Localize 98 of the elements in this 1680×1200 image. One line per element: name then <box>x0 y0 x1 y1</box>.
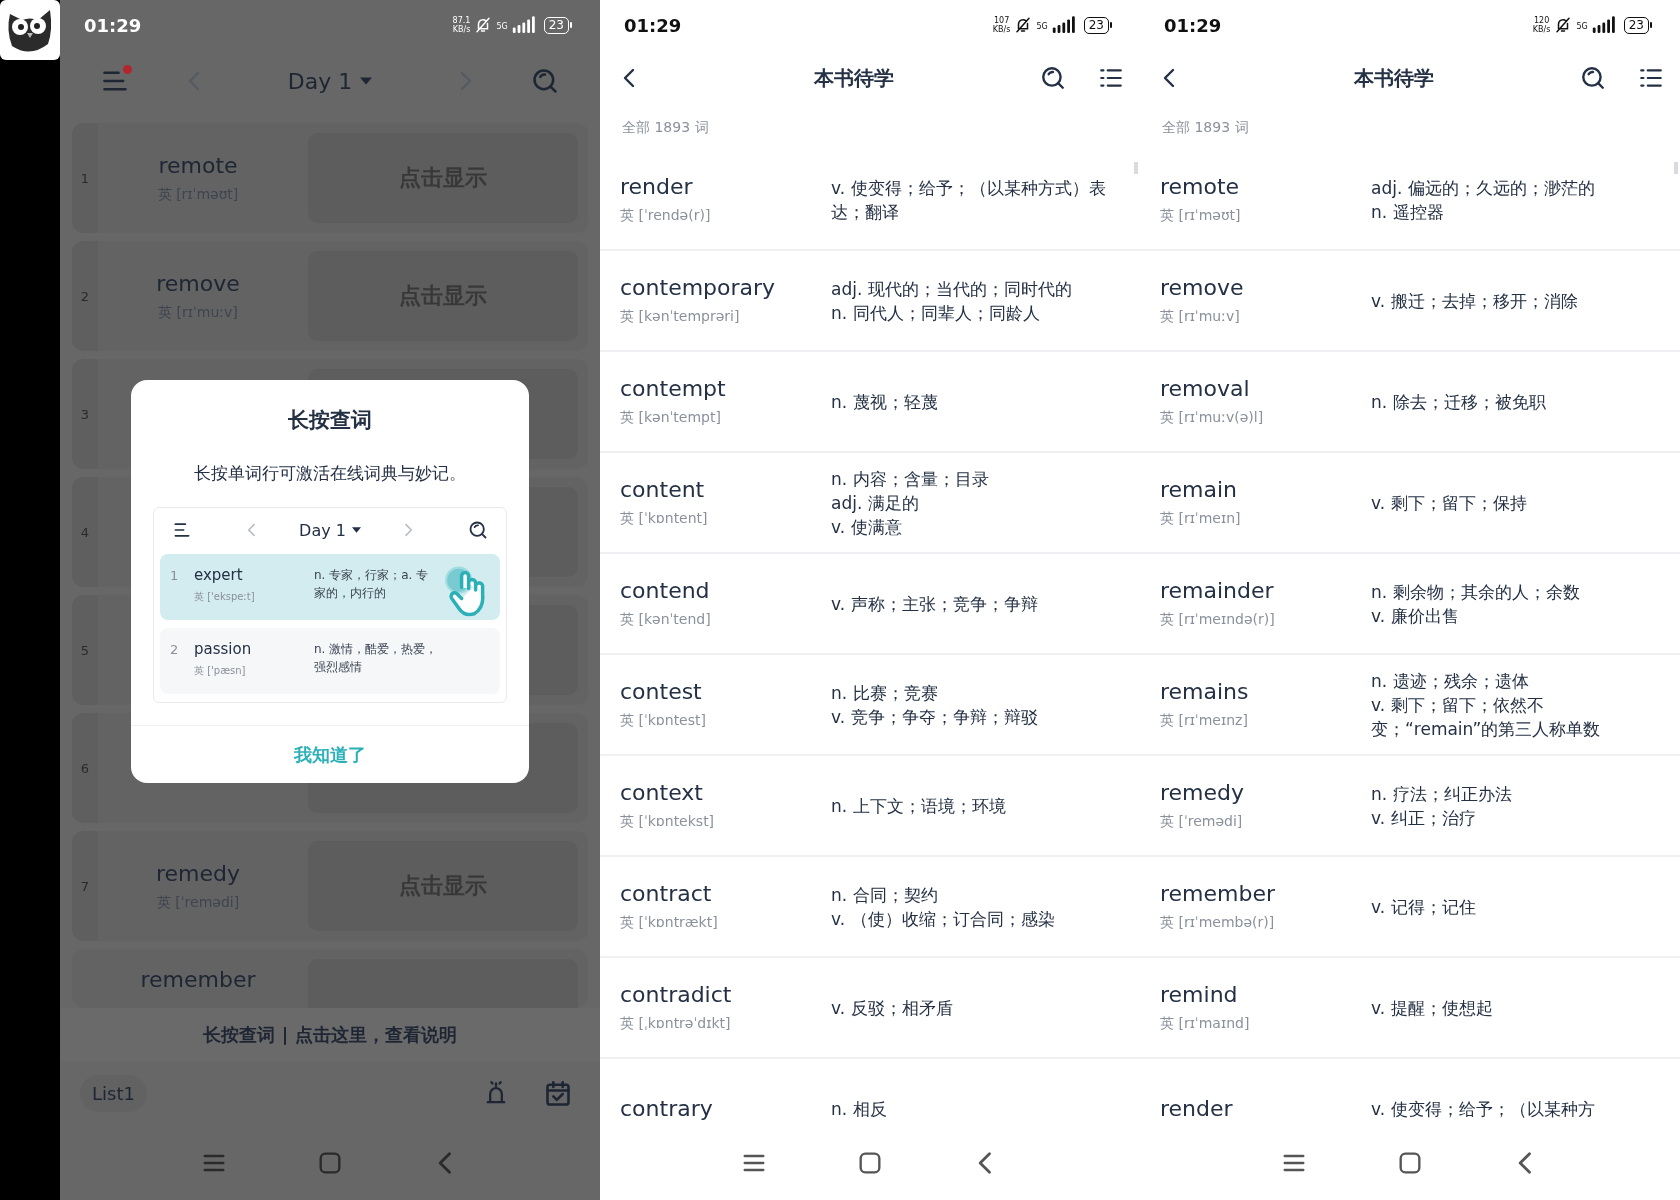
definition: n. 疗法；纠正办法 <box>1371 782 1513 806</box>
phonetic: 英 [ˈkɒntest] <box>620 712 707 730</box>
network-type-label: 5G <box>496 22 508 31</box>
phonetic: 英 [kənˈtend] <box>620 611 712 629</box>
definition: v. 使满意 <box>831 515 903 539</box>
word: render <box>1160 1096 1234 1121</box>
battery-indicator: 23 <box>1623 16 1652 34</box>
definition: n. 同代人；同辈人；同龄人 <box>831 301 1041 325</box>
word: remove <box>1160 275 1245 300</box>
phonetic: 英 [ˈkɒntekst] <box>620 813 716 831</box>
word: remain <box>1160 477 1239 502</box>
word: contract <box>620 881 713 906</box>
word: remote <box>1160 174 1241 199</box>
phonetic: 英 [rɪˈmuːv] <box>1160 308 1241 326</box>
word-count: 全部 1893 词 <box>1161 118 1250 137</box>
word: contend <box>620 578 711 603</box>
word: removal <box>1160 376 1251 401</box>
definition: n. 激情，酷爱，热爱，强烈感情 <box>314 641 438 676</box>
battery-indicator: 23 <box>1083 16 1112 34</box>
definition: n. 内容；含量；目录 <box>831 467 990 491</box>
definition: v. 声称；主张；竞争；争辩 <box>831 592 1039 616</box>
word: contest <box>620 679 703 704</box>
definition: v. 记得；记住 <box>1371 895 1477 919</box>
definition: adj. 满足的 <box>831 491 920 515</box>
phonetic: 英 ['ekspeːt] <box>194 590 256 604</box>
word: remedy <box>1160 780 1246 805</box>
page-title: 本书待学 <box>813 64 895 92</box>
network-type-label: 5G <box>1036 22 1048 31</box>
definition: n. 比赛；竞赛 <box>831 681 939 705</box>
phonetic: 英 [rɪˈmuːv(ə)l] <box>1160 409 1265 427</box>
definition: adj. 现代的；当代的；同时代的 <box>831 277 1073 301</box>
definition: n. 遥控器 <box>1371 200 1445 224</box>
phonetic: 英 [ˌkɒntrəˈdɪkt] <box>620 1015 732 1033</box>
definition: adj. 偏远的；久远的；渺茫的 <box>1371 176 1596 200</box>
definition: v. （使）收缩；订合同；感染 <box>831 907 1056 931</box>
definition: v. 使变得；给予；（以某种方 <box>1371 1097 1596 1121</box>
word: contrary <box>620 1096 714 1121</box>
word: remote <box>158 152 238 178</box>
definition: v. 纠正；治疗 <box>1371 806 1477 830</box>
definition: n. 剩余物；其余的人；余数 <box>1371 580 1581 604</box>
phonetic: 英 [rɪˈmeɪn] <box>1160 510 1242 528</box>
status-time: 01:29 <box>624 14 682 36</box>
phonetic: 英 [ˈremədi] <box>1160 813 1244 831</box>
word: expert <box>194 566 244 584</box>
network-speed: 120 KB/s <box>1532 16 1551 34</box>
network-speed: 87.1 KB/s <box>452 16 471 34</box>
definition: n. 专家，行家；a. 专家的，内行的 <box>314 567 430 602</box>
battery-indicator: 23 <box>543 16 572 34</box>
word: remember <box>1160 881 1277 906</box>
word: remedy <box>155 860 240 886</box>
word: contemporary <box>620 275 777 300</box>
definition: v. 竞争；争夺；争辩；辩驳 <box>831 705 1039 729</box>
word: passion <box>194 640 253 658</box>
network-speed: 107 KB/s <box>992 16 1011 34</box>
definition: n. 除去；迁移；被免职 <box>1371 390 1547 414</box>
word: contradict <box>620 982 733 1007</box>
network-type-label: 5G <box>1576 22 1588 31</box>
word: remember <box>140 967 256 992</box>
dialog-message: 长按单词行可激活在线词典与妙记。 <box>194 462 466 485</box>
definition: v. 反驳；相矛盾 <box>831 996 954 1020</box>
phonetic: 英 [rɪˈməʊt] <box>1160 207 1242 225</box>
phonetic: 英 [kənˈtemprəri] <box>620 308 741 326</box>
definition: v. 使变得；给予；（以某种方式）表达；翻译 <box>831 176 1107 224</box>
definition: v. 提醒；使想起 <box>1371 996 1494 1020</box>
word: content <box>620 477 706 502</box>
phonetic: 英 [rɪˈmeɪnz] <box>1160 712 1249 730</box>
word: remove <box>156 270 240 296</box>
word: remainder <box>1160 578 1275 603</box>
phonetic: 英 [rɪˈmaɪnd] <box>1160 1015 1251 1033</box>
word: remains <box>1160 679 1250 704</box>
status-time: 01:29 <box>84 14 142 36</box>
definition: v. 廉价出售 <box>1371 604 1460 628</box>
dialog-title: 长按查词 <box>288 407 372 434</box>
definition: v. 剩下；留下；依然不变；“remain”的第三人称单数 <box>1371 693 1602 741</box>
status-time: 01:29 <box>1164 14 1222 36</box>
definition: v. 剩下；留下；保持 <box>1371 491 1528 515</box>
definition: n. 合同；契约 <box>831 883 939 907</box>
page-title: 本书待学 <box>1353 64 1435 92</box>
row-number: 2 <box>170 642 180 657</box>
phonetic: 英 [ˈkɒntent] <box>620 510 709 528</box>
word: remind <box>1160 982 1239 1007</box>
word: contempt <box>620 376 727 401</box>
phonetic: 英 [rɪˈmeɪndə(r)] <box>1160 611 1276 629</box>
word-count: 全部 1893 词 <box>621 118 710 137</box>
definition: v. 搬迁；去掉；移开；消除 <box>1371 289 1579 313</box>
definition: n. 相反 <box>831 1097 888 1121</box>
definition: n. 遗迹；残余；遗体 <box>1371 669 1530 693</box>
phonetic: 英 [rɪˈmembə(r)] <box>1160 914 1276 932</box>
definition: n. 上下文；语境；环境 <box>831 794 1007 818</box>
word: context <box>620 780 704 805</box>
phonetic: 英 [ˈkɒntrækt] <box>620 914 719 932</box>
day-selector: Day 1 <box>299 520 361 540</box>
phonetic: 英 [kənˈtempt] <box>620 409 722 427</box>
word: render <box>620 174 694 199</box>
phonetic: 英 [ˈrendə(r)] <box>620 207 712 225</box>
row-number: 1 <box>170 568 180 583</box>
phonetic: 英 ['pæsn] <box>194 664 247 678</box>
definition: n. 蔑视；轻蔑 <box>831 390 939 414</box>
